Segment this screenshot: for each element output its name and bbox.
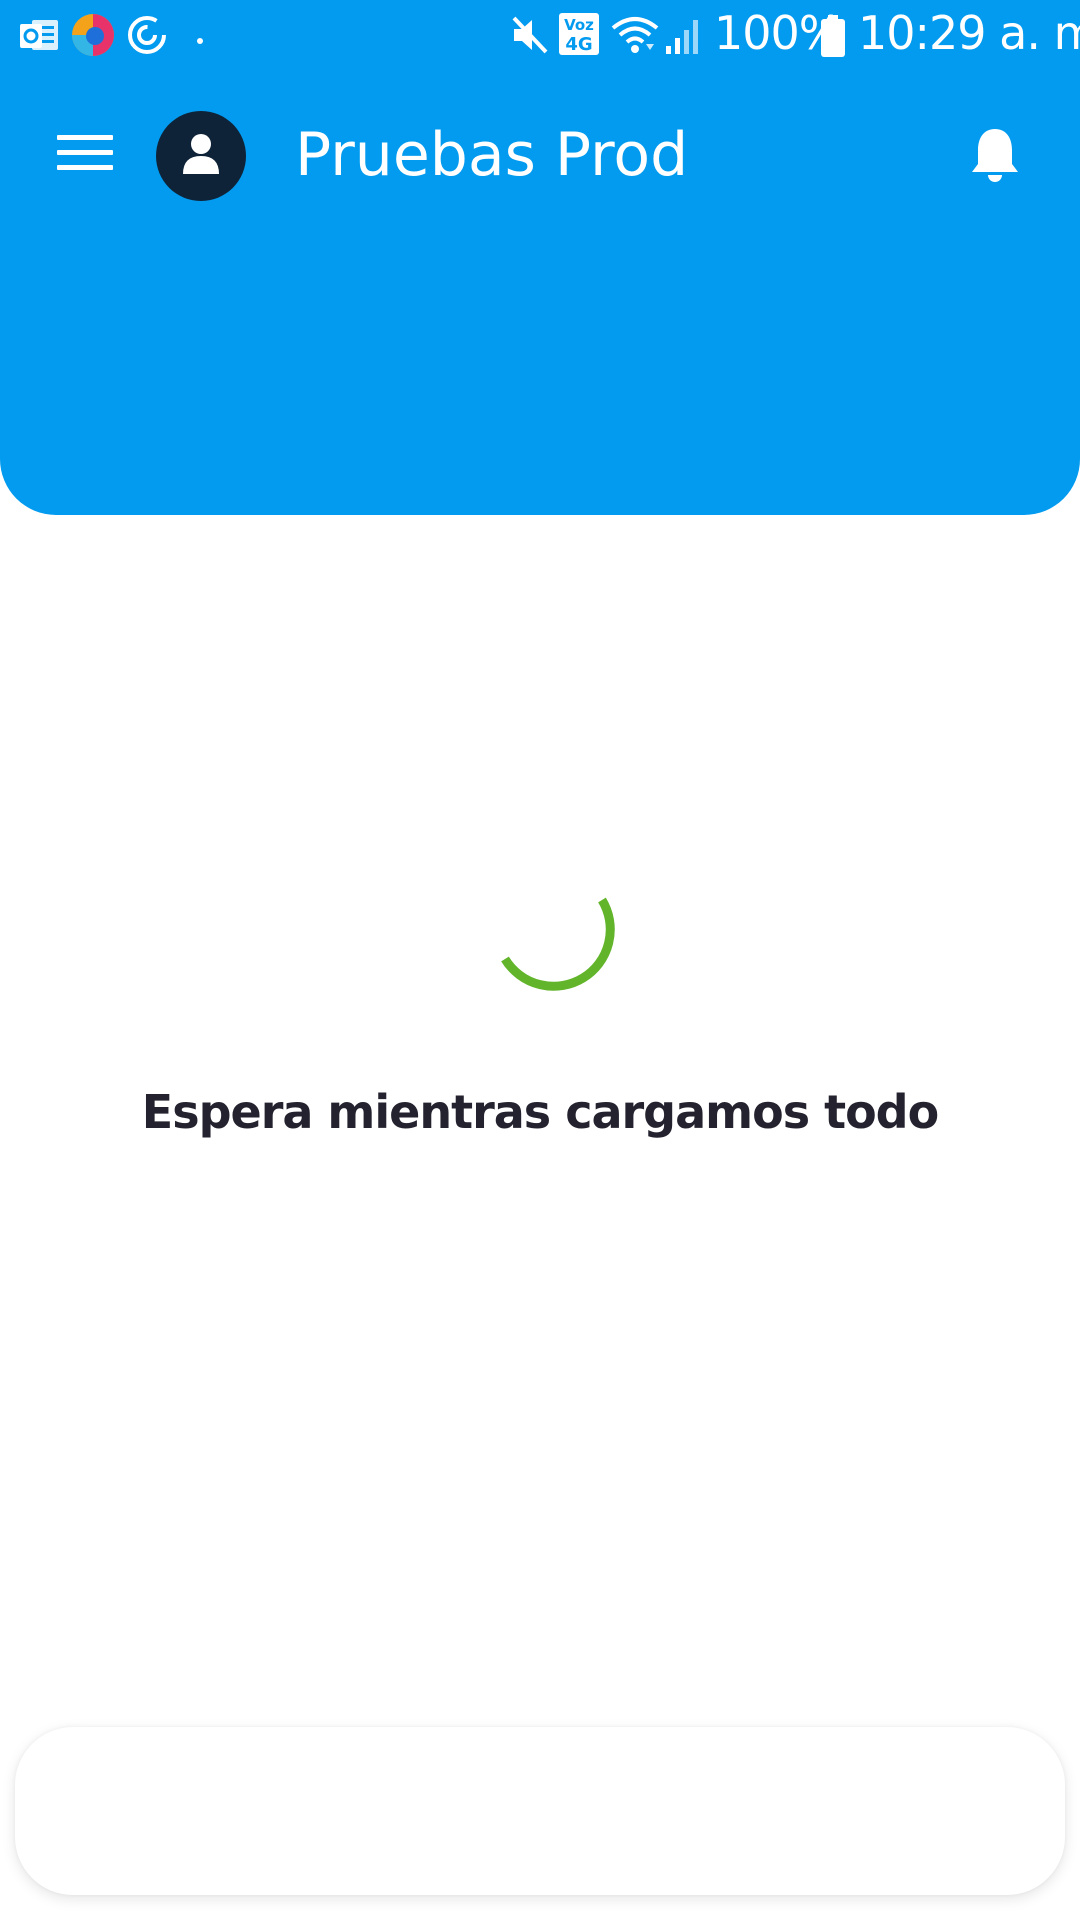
loading-spinner-icon bbox=[480, 897, 640, 1024]
sync-icon bbox=[126, 14, 168, 61]
user-avatar-icon bbox=[181, 132, 221, 181]
signal-icon bbox=[664, 14, 704, 61]
status-time: 10:29 a. m. bbox=[858, 6, 1080, 60]
browser-icon bbox=[70, 12, 116, 63]
page-title: Pruebas Prod bbox=[295, 120, 689, 190]
wifi-icon bbox=[610, 14, 660, 61]
app-screen: Voz 4G 100% 10:29 a. m Pruebas Prod Espe… bbox=[0, 0, 1080, 1920]
mute-icon bbox=[510, 14, 550, 61]
dot-icon bbox=[196, 32, 204, 50]
avatar[interactable] bbox=[156, 111, 246, 201]
loading-spinner bbox=[480, 860, 640, 1020]
status-bar: Voz 4G 100% 10:29 a. m bbox=[0, 0, 1080, 76]
header-background bbox=[0, 0, 1080, 515]
bell-icon bbox=[970, 126, 1020, 189]
notifications-button[interactable] bbox=[960, 120, 1030, 194]
volte-label-top: Voz bbox=[564, 16, 594, 34]
outlook-icon bbox=[18, 12, 60, 63]
hamburger-menu-icon bbox=[57, 133, 113, 178]
bottom-navigation-card bbox=[15, 1727, 1065, 1895]
volte-4g-icon: Voz 4G bbox=[558, 12, 600, 61]
battery-icon bbox=[820, 14, 846, 63]
volte-label-bottom: 4G bbox=[565, 34, 592, 55]
menu-button[interactable] bbox=[40, 118, 130, 192]
loading-message: Espera mientras cargamos todo bbox=[141, 1085, 939, 1139]
